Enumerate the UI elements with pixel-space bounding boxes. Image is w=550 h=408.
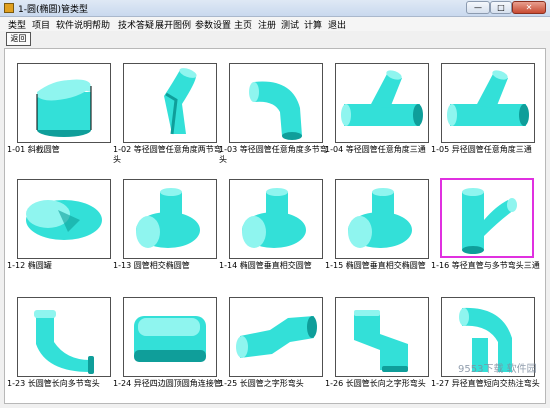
watermark: 9553下载 软件园 (458, 364, 537, 375)
menu-item-help[interactable]: 帮助 (92, 18, 110, 31)
menu-item-project[interactable]: 项目 (32, 18, 50, 31)
maximize-button[interactable]: □ (490, 1, 512, 14)
pipe-shape-icon (348, 188, 412, 248)
minimize-button[interactable]: — (466, 1, 490, 14)
pipe-caption: 1-23 长圆管长向多节弯头 (7, 379, 100, 388)
pipe-caption: 1-15 椭圆管垂直相交椭圆管 (325, 261, 426, 270)
pipe-caption: 1-12 椭圆罐 (7, 261, 52, 270)
pipe-thumbnail[interactable] (123, 63, 217, 143)
pipe-shape-icon (249, 81, 302, 140)
pipe-caption: 1-02 等径圆管任意角度两节弯头 (113, 145, 222, 164)
back-button[interactable]: 返回 (6, 32, 31, 46)
pipe-caption: 1-25 长圆管之字形弯头 (219, 379, 304, 388)
menu-item-about[interactable]: 软件说明 (56, 18, 92, 31)
window-title: 1-圆(椭圆)管类型 (18, 5, 88, 15)
pipe-caption: 1-27 异径直管短向交热注弯头 (431, 379, 540, 388)
menu-bar: 类型 项目 软件说明 帮助 技术答疑 展开图例 参数设置 主页 注册 测试 计算… (0, 17, 550, 31)
toolbar: 返回 (0, 31, 550, 49)
pipe-caption: 1-13 圆管相交椭圆管 (113, 261, 190, 270)
app-icon (4, 3, 14, 13)
pipe-thumbnail[interactable] (229, 179, 323, 259)
pipe-thumbnail[interactable] (440, 178, 534, 258)
pipe-caption: 1-03 等径圆管任意角度多节弯头 (219, 145, 328, 164)
menu-item-examples[interactable]: 展开图例 (155, 18, 191, 31)
pipe-caption: 1-01 斜截圆管 (7, 145, 60, 154)
pipe-caption: 1-24 异径四边圆顶圆角连接管 (113, 379, 222, 388)
pipe-shape-icon (341, 70, 423, 126)
menu-item-register[interactable]: 注册 (258, 18, 276, 31)
pipe-caption: 1-14 椭圆管垂直相交圆管 (219, 261, 312, 270)
pipe-shape-icon (236, 316, 317, 358)
pipe-thumbnail[interactable] (441, 63, 535, 143)
menu-item-calculate[interactable]: 计算 (304, 18, 322, 31)
menu-item-home[interactable]: 主页 (234, 18, 252, 31)
menu-item-support[interactable]: 技术答疑 (118, 18, 154, 31)
pipe-shape-icon (134, 316, 206, 362)
pipe-shape-icon (462, 188, 517, 254)
pipe-thumbnail[interactable] (229, 63, 323, 143)
menu-item-type[interactable]: 类型 (8, 18, 26, 31)
pipe-thumbnail[interactable] (335, 179, 429, 259)
pipe-thumbnail[interactable] (335, 63, 429, 143)
pipe-caption: 1-04 等径圆管任意角度三通 (325, 145, 426, 154)
pipe-thumbnail[interactable] (229, 297, 323, 377)
pipe-thumbnail[interactable] (123, 297, 217, 377)
pipe-caption: 1-16 等径直管与多节弯头三通 (431, 261, 540, 270)
pipe-thumbnail[interactable] (17, 179, 111, 259)
pipe-shape-icon (242, 188, 306, 248)
pipe-caption: 1-05 异径圆管任意角度三通 (431, 145, 532, 154)
pipe-shape-icon (26, 200, 102, 240)
pipe-shape-icon (34, 310, 94, 374)
menu-item-test[interactable]: 测试 (281, 18, 299, 31)
menu-item-settings[interactable]: 参数设置 (195, 18, 231, 31)
pipe-thumbnail[interactable] (17, 297, 111, 377)
pipe-thumbnail[interactable] (17, 63, 111, 143)
pipe-shape-icon (164, 68, 197, 135)
pipe-caption: 1-26 长圆管长向之字形弯头 (325, 379, 426, 388)
pipe-thumbnail[interactable] (335, 297, 429, 377)
pipe-shape-icon (354, 310, 408, 372)
pipe-type-grid: 1-01 斜截圆管 1-02 等径圆管任意角度两节弯头 1-03 等径圆管任意角度多… (4, 48, 546, 404)
title-bar: 1-圆(椭圆)管类型 — □ ✕ (0, 0, 550, 17)
menu-item-exit[interactable]: 退出 (328, 18, 346, 31)
pipe-thumbnail[interactable] (123, 179, 217, 259)
pipe-shape-icon (447, 70, 529, 126)
pipe-shape-icon (36, 79, 92, 137)
pipe-shape-icon (136, 188, 200, 248)
close-button[interactable]: ✕ (512, 1, 546, 14)
